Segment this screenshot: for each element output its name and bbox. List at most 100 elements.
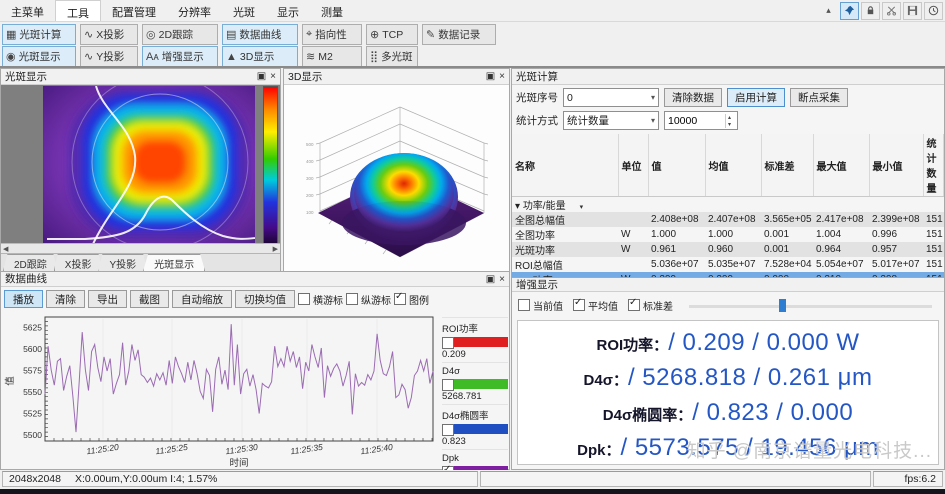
table-row[interactable]: 全图功率W1.0001.0000.0011.0040.996151 bbox=[512, 227, 944, 242]
tab-spot-display[interactable]: 光斑显示 bbox=[143, 254, 205, 271]
legend-checkbox[interactable] bbox=[442, 424, 454, 436]
svg-text:11:25:25: 11:25:25 bbox=[155, 442, 189, 456]
btn-multi-spot[interactable]: ⣿多光斑 bbox=[366, 46, 418, 67]
spot-index-select[interactable]: 0▾ bbox=[563, 88, 659, 107]
menu-item-config[interactable]: 配置管理 bbox=[101, 0, 167, 21]
legend-checkbox[interactable] bbox=[442, 379, 454, 391]
stat-count-input[interactable] bbox=[665, 115, 725, 127]
close-icon[interactable]: × bbox=[270, 70, 276, 83]
clear-button[interactable]: 清除 bbox=[46, 290, 85, 308]
mountain-icon: ▲ bbox=[226, 51, 237, 63]
intensity-colorbar bbox=[263, 86, 278, 248]
btn-spot-display[interactable]: ◉光斑显示 bbox=[2, 46, 76, 67]
tab-x-projection[interactable]: X投影 bbox=[54, 254, 103, 271]
pin-icon[interactable] bbox=[840, 2, 859, 20]
btn-enhanced-display[interactable]: Aᴀ增强显示 bbox=[142, 46, 218, 67]
beam-heatmap[interactable] bbox=[43, 86, 255, 244]
autoscale-button[interactable]: 自动缩放 bbox=[172, 290, 232, 308]
table-row[interactable]: 全图总幅值2.408e+082.407e+083.565e+052.417e+0… bbox=[512, 212, 944, 227]
y-axis-ticks: 5625 5600 5575 5550 5525 5500 bbox=[23, 323, 42, 441]
collapse-toolbar-icon[interactable]: ▴ bbox=[819, 2, 838, 20]
btn-data-curve[interactable]: ▤数据曲线 bbox=[222, 24, 298, 45]
current-value-checkbox[interactable]: 当前值 bbox=[518, 298, 563, 313]
tab-2d-tracking[interactable]: 2D跟踪 bbox=[3, 254, 58, 271]
menu-item-measure[interactable]: 测量 bbox=[310, 0, 354, 21]
beam-image[interactable]: ◀ ▶ bbox=[1, 85, 280, 253]
svg-text:5575: 5575 bbox=[23, 366, 42, 376]
scissors-icon[interactable] bbox=[882, 2, 901, 20]
legend-item[interactable]: ROI功率 0.209 bbox=[442, 317, 508, 362]
menu-item-tools[interactable]: 工具 bbox=[55, 0, 101, 21]
btn-y-projection[interactable]: ∿Y投影 bbox=[80, 46, 138, 67]
dots-grid-icon: ⣿ bbox=[370, 50, 378, 63]
crosshair-icon: ⌖ bbox=[306, 28, 312, 41]
table-row[interactable]: 光斑功率W0.9610.9600.0010.9640.957151 bbox=[512, 242, 944, 257]
menu-item-main[interactable]: 主菜单 bbox=[0, 0, 55, 21]
scroll-right-icon[interactable]: ▶ bbox=[271, 245, 280, 253]
float-icon[interactable]: ▣ bbox=[257, 70, 266, 83]
close-icon[interactable]: × bbox=[499, 273, 505, 286]
btn-data-record[interactable]: ✎数据记录 bbox=[422, 24, 496, 45]
table-row[interactable]: ROI总幅值5.036e+075.035e+077.528e+045.054e+… bbox=[512, 257, 944, 272]
slider-handle[interactable] bbox=[779, 299, 786, 312]
v-cursor-checkbox[interactable]: 纵游标 bbox=[346, 292, 391, 307]
trend-chart[interactable]: 5625 5600 5575 5550 5525 5500 11:25:20 1… bbox=[1, 311, 441, 471]
tab-y-projection[interactable]: Y投影 bbox=[98, 254, 147, 271]
stat-mode-select[interactable]: 统计数量▾ bbox=[563, 111, 659, 130]
clear-data-button[interactable]: 清除数据 bbox=[664, 88, 722, 107]
play-button[interactable]: 播放 bbox=[4, 290, 43, 308]
panel-title: 增强显示 bbox=[516, 278, 558, 292]
spin-down-icon[interactable]: ▾ bbox=[728, 121, 731, 128]
resolution-status: 2048x2048 bbox=[9, 473, 61, 485]
curve-icon: ∿ bbox=[84, 28, 93, 41]
export-button[interactable]: 导出 bbox=[88, 290, 127, 308]
spin-up-icon[interactable]: ▴ bbox=[728, 114, 731, 121]
btn-tcp[interactable]: ⊕TCP bbox=[366, 24, 418, 45]
caret-down-icon[interactable]: ▾ bbox=[515, 201, 520, 212]
window-edge bbox=[0, 489, 945, 494]
filter-icon[interactable]: ▾ bbox=[580, 204, 584, 211]
btn-2d-tracking[interactable]: ◎2D跟踪 bbox=[142, 24, 218, 45]
group-row-power[interactable]: ▾ 功率/能量▾ bbox=[512, 197, 944, 213]
menu-item-spot[interactable]: 光斑 bbox=[222, 0, 266, 21]
stddev-checkbox[interactable]: 标准差 bbox=[628, 298, 673, 313]
stat-count-stepper[interactable]: ▴▾ bbox=[664, 111, 738, 130]
clock-icon[interactable] bbox=[924, 2, 943, 20]
toggle-mean-button[interactable]: 切换均值 bbox=[235, 290, 295, 308]
h-cursor-checkbox[interactable]: 横游标 bbox=[298, 292, 343, 307]
float-icon[interactable]: ▣ bbox=[486, 70, 495, 83]
record-icon: ✎ bbox=[426, 28, 435, 41]
watermark: 知乎 @南京谱量光电科技... bbox=[687, 436, 932, 463]
axis-tick-labels: 500400300200100 bbox=[306, 142, 314, 215]
legend-item[interactable]: D4σ椭圆率 0.823 bbox=[442, 404, 508, 449]
chevron-down-icon: ▾ bbox=[651, 93, 655, 102]
readout-value: / 5268.818 / 0.261 μm bbox=[628, 364, 873, 391]
btn-spot-calc[interactable]: ▦光斑计算 bbox=[2, 24, 76, 45]
horizontal-scrollbar[interactable]: ◀ ▶ bbox=[1, 243, 280, 253]
svg-text:11:25:20: 11:25:20 bbox=[86, 442, 120, 456]
breakpoint-capture-button[interactable]: 断点采集 bbox=[790, 88, 848, 107]
btn-x-projection[interactable]: ∿X投影 bbox=[80, 24, 138, 45]
scroll-left-icon[interactable]: ◀ bbox=[1, 245, 10, 253]
readout-value: / 0.823 / 0.000 bbox=[692, 399, 853, 426]
menu-item-resolution[interactable]: 分辨率 bbox=[167, 0, 222, 21]
data-curve-panel: 数据曲线 ▣× 播放 清除 导出 截图 自动缩放 切换均值 横游标 纵游标 图例… bbox=[0, 271, 510, 470]
close-icon[interactable]: × bbox=[499, 70, 505, 83]
btn-m2[interactable]: ≋M2 bbox=[302, 46, 362, 67]
y-axis-label: 值 bbox=[4, 376, 16, 386]
btn-pointing[interactable]: ⌖指向性 bbox=[302, 24, 362, 45]
3d-surface-plot[interactable]: 500400300200100 bbox=[284, 85, 509, 277]
mean-value-checkbox[interactable]: 平均值 bbox=[573, 298, 618, 313]
table-header-row[interactable]: 名称单位 值均值 标准差最大值 最小值统计数量 bbox=[512, 134, 944, 197]
screenshot-button[interactable]: 截图 bbox=[130, 290, 169, 308]
enable-calc-button[interactable]: 启用计算 bbox=[727, 88, 785, 107]
font-size-slider[interactable] bbox=[689, 299, 938, 312]
menu-item-display[interactable]: 显示 bbox=[266, 0, 310, 21]
legend-checkbox[interactable] bbox=[442, 337, 454, 349]
float-icon[interactable]: ▣ bbox=[486, 273, 495, 286]
legend-checkbox[interactable]: 图例 bbox=[394, 292, 429, 307]
btn-3d-display[interactable]: ▲3D显示 bbox=[222, 46, 298, 67]
save-icon[interactable] bbox=[903, 2, 922, 20]
legend-item[interactable]: D4σ 5268.781 bbox=[442, 362, 508, 404]
lock-icon[interactable] bbox=[861, 2, 880, 20]
